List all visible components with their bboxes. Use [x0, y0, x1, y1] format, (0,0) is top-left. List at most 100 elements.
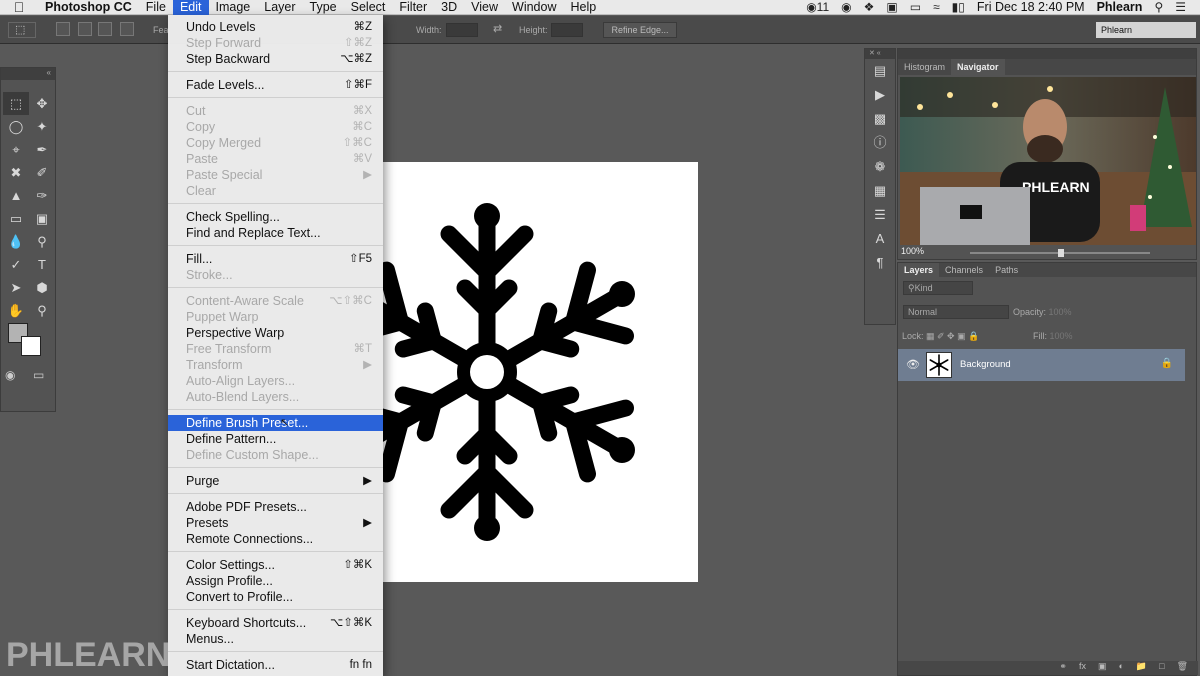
navigator-panel-header[interactable] [898, 49, 1196, 59]
menu-item-undo-levels[interactable]: Undo Levels ⌘Z [168, 19, 383, 35]
wifi-icon[interactable]: ≈ [933, 0, 940, 14]
move-tool-icon[interactable]: ✥ [29, 92, 55, 115]
height-field[interactable] [551, 23, 583, 37]
menu-item-step-backward[interactable]: Step Backward ⌥⌘Z [168, 51, 383, 67]
menu-item-define-brush-preset[interactable]: Define Brush Preset... ↖ [168, 415, 383, 431]
background-color-swatch[interactable] [21, 336, 41, 356]
menu-3d[interactable]: 3D [434, 0, 464, 15]
clone-stamp-icon[interactable]: ▲ [3, 184, 29, 207]
type-tool-icon[interactable]: T [29, 253, 55, 276]
magic-wand-icon[interactable]: ✦ [29, 115, 55, 138]
clock[interactable]: Fri Dec 18 2:40 PM [977, 0, 1085, 14]
menu-layer[interactable]: Layer [257, 0, 302, 15]
eyedropper-icon[interactable]: ✒ [29, 138, 55, 161]
menu-item-step-forward[interactable]: Step Forward ⇧⌘Z [168, 35, 383, 51]
menu-item-convert-to-profile[interactable]: Convert to Profile... [168, 589, 383, 605]
app-menu[interactable]: Photoshop CC [38, 0, 139, 14]
blur-tool-icon[interactable]: 💧 [3, 230, 29, 253]
menu-item-auto-blend-layers[interactable]: Auto-Blend Layers... [168, 389, 383, 405]
menu-item-keyboard-shortcuts[interactable]: Keyboard Shortcuts... ⌥⇧⌘K [168, 615, 383, 631]
swatches-panel-icon[interactable]: ▦ [865, 179, 895, 203]
menu-item-presets[interactable]: Presets ▶ [168, 515, 383, 531]
layer-style-icon[interactable]: fx [1079, 661, 1086, 675]
menu-item-copy-merged[interactable]: Copy Merged ⇧⌘C [168, 135, 383, 151]
width-field[interactable] [446, 23, 478, 37]
menu-item-define-pattern[interactable]: Define Pattern... [168, 431, 383, 447]
fill-control[interactable]: Fill: 100% [1033, 331, 1073, 341]
document-canvas[interactable] [383, 162, 698, 582]
new-layer-icon[interactable]: □ [1159, 661, 1164, 675]
user-menu[interactable]: Phlearn [1097, 0, 1143, 14]
layer-row-background[interactable]: 👁 Background 🔒 [898, 349, 1185, 381]
menu-item-assign-profile[interactable]: Assign Profile... [168, 573, 383, 589]
color-panel-icon[interactable]: ❁ [865, 155, 895, 179]
tab-channels[interactable]: Channels [939, 263, 989, 277]
crop-tool-icon[interactable]: ⌖ [3, 138, 29, 161]
info-panel-icon[interactable]: ⓘ [865, 131, 895, 155]
hand-tool-icon[interactable]: ✋ [3, 299, 29, 322]
menu-item-perspective-warp[interactable]: Perspective Warp [168, 325, 383, 341]
notification-center-icon[interactable]: ☰ [1175, 0, 1186, 14]
path-selection-icon[interactable]: ➤ [3, 276, 29, 299]
menu-select[interactable]: Select [344, 0, 393, 15]
menu-item-transform[interactable]: Transform ▶ [168, 357, 383, 373]
menu-item-auto-align-layers[interactable]: Auto-Align Layers... [168, 373, 383, 389]
apple-icon[interactable]:  [0, 0, 38, 15]
shape-tool-icon[interactable]: ⬢ [29, 276, 55, 299]
menu-item-paste-special[interactable]: Paste Special ▶ [168, 167, 383, 183]
battery-icon[interactable]: ▮▯ [952, 0, 965, 14]
menu-item-clear[interactable]: Clear [168, 183, 383, 199]
menu-item-fill[interactable]: Fill... ⇧F5 [168, 251, 383, 267]
dropbox-icon[interactable]: ❖ [864, 0, 875, 14]
quick-mask-icon[interactable]: ◉ [5, 368, 15, 382]
brush-tool-icon[interactable]: ✐ [29, 161, 55, 184]
new-selection-button[interactable] [56, 22, 70, 36]
history-panel-icon[interactable]: ▤ [865, 59, 895, 83]
new-group-icon[interactable]: 📁 [1136, 661, 1147, 675]
character-panel-icon[interactable]: A [865, 227, 895, 251]
menu-edit[interactable]: Edit [172, 0, 209, 15]
refine-edge-button[interactable]: Refine Edge... [603, 22, 677, 38]
tab-navigator[interactable]: Navigator [951, 59, 1005, 75]
libraries-panel-icon[interactable]: ▩ [865, 107, 895, 131]
menu-item-copy[interactable]: Copy ⌘C [168, 119, 383, 135]
menu-item-check-spelling[interactable]: Check Spelling... [168, 209, 383, 225]
menu-item-paste[interactable]: Paste ⌘V [168, 151, 383, 167]
navigator-zoom-knob[interactable] [1058, 249, 1064, 257]
add-selection-button[interactable] [78, 22, 92, 36]
blend-mode-select[interactable]: Normal [903, 305, 1009, 319]
menu-item-menus[interactable]: Menus... [168, 631, 383, 647]
marquee-tool-preset-icon[interactable]: ⬚ [8, 22, 36, 38]
menu-type[interactable]: Type [303, 0, 344, 15]
menu-item-cut[interactable]: Cut ⌘X [168, 103, 383, 119]
actions-panel-icon[interactable]: ▶ [865, 83, 895, 107]
marquee-tool-icon[interactable]: ⬚ [3, 92, 29, 115]
layer-name[interactable]: Background [960, 359, 1011, 370]
paragraph-panel-icon[interactable]: ¶ [865, 251, 895, 275]
opacity-control[interactable]: Opacity: 100% [1013, 307, 1072, 317]
menu-item-fade-levels[interactable]: Fade Levels... ⇧⌘F [168, 77, 383, 93]
record-icon[interactable]: ◉ [841, 0, 851, 14]
zoom-tool-icon[interactable]: ⚲ [29, 299, 55, 322]
pen-tool-icon[interactable]: ✓ [3, 253, 29, 276]
creative-cloud-icon[interactable]: ◉11 [806, 0, 829, 14]
screenshot-icon[interactable]: ▣ [886, 0, 897, 14]
swap-icon[interactable]: ⇄ [493, 22, 502, 35]
airplay-icon[interactable]: ▭ [910, 0, 921, 14]
menu-file[interactable]: File [139, 0, 173, 15]
spotlight-search-icon[interactable]: ⚲ [1154, 0, 1163, 14]
adjustments-panel-icon[interactable]: ☰ [865, 203, 895, 227]
healing-brush-icon[interactable]: ✖ [3, 161, 29, 184]
tab-histogram[interactable]: Histogram [898, 59, 951, 75]
menu-filter[interactable]: Filter [392, 0, 434, 15]
delete-layer-icon[interactable]: 🗑 [1177, 661, 1188, 675]
tab-layers[interactable]: Layers [898, 263, 940, 277]
navigator-preview[interactable]: PHLEARN [900, 77, 1196, 245]
intersect-selection-button[interactable] [120, 22, 134, 36]
tab-paths[interactable]: Paths [989, 263, 1024, 277]
add-mask-icon[interactable]: ▣ [1098, 661, 1107, 675]
adjustment-layer-icon[interactable]: ◐ [1118, 661, 1123, 675]
menu-item-remote-connections[interactable]: Remote Connections... [168, 531, 383, 547]
menu-item-stroke[interactable]: Stroke... [168, 267, 383, 283]
menu-window[interactable]: Window [505, 0, 563, 15]
